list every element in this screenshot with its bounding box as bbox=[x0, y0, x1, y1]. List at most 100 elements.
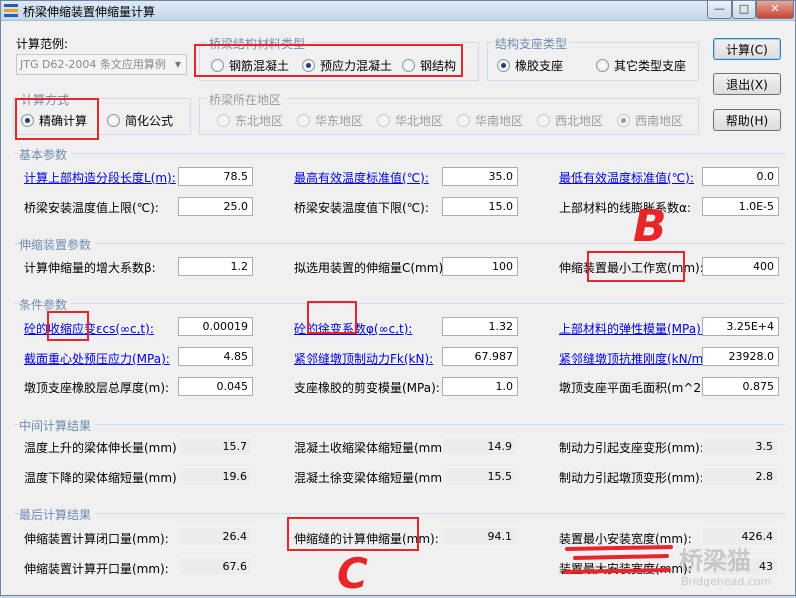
min-temp-label[interactable]: 最低有效温度标准值(℃): bbox=[559, 169, 694, 186]
creep-coef-input[interactable]: 1.32 bbox=[442, 317, 518, 336]
shear-modulus-label: 支座橡胶的剪变模量(MPa): bbox=[294, 381, 440, 395]
bearing-group-title: 结构支座类型 bbox=[492, 35, 571, 52]
annotation-letter-c: C bbox=[337, 549, 368, 598]
device-capacity-label: 拟选用装置的伸缩量C(mm): bbox=[294, 261, 448, 275]
close-button[interactable]: ✕ bbox=[756, 1, 794, 19]
basic-section-title: 基本参数 bbox=[19, 146, 72, 163]
divider bbox=[13, 424, 785, 425]
radio-dot-icon bbox=[457, 114, 470, 127]
min-temp-input[interactable]: 0.0 bbox=[702, 167, 779, 186]
temp-drop-shorten-label: 温度下降的梁体缩短量(mm): bbox=[24, 471, 181, 485]
min-work-width-input[interactable]: 400 bbox=[702, 257, 779, 276]
temp-drop-shorten-value: 19.6 bbox=[178, 467, 253, 486]
scope-combobox[interactable]: JTG D62-2004 条文应用算例 ▼ bbox=[16, 54, 187, 75]
annotation-box-total-movement bbox=[287, 517, 419, 551]
shrink-shorten-value: 14.9 bbox=[442, 437, 518, 456]
radio-dot-icon bbox=[107, 114, 120, 127]
title-bar[interactable]: 桥梁伸缩装置伸缩量计算 — □ ✕ bbox=[1, 1, 795, 21]
annotation-letter-b: B bbox=[633, 201, 667, 252]
pier-stiffness-label[interactable]: 紧邻缝墩顶抗推刚度(kN/m): bbox=[559, 350, 712, 367]
scope-label: 计算范例: bbox=[16, 37, 69, 51]
thermal-expansion-input[interactable]: 1.0E-5 bbox=[702, 197, 779, 216]
device-section-title: 伸缩装置参数 bbox=[19, 236, 96, 253]
calc-button[interactable]: 计算(C) bbox=[713, 38, 781, 60]
braking-pier-def-value: 2.8 bbox=[702, 467, 779, 486]
temp-rise-elong-value: 15.7 bbox=[178, 437, 253, 456]
radio-dot-icon bbox=[217, 114, 230, 127]
annotation-box-material bbox=[194, 44, 463, 77]
creep-shorten-value: 15.5 bbox=[442, 467, 518, 486]
region-group-title: 桥梁所在地区 bbox=[206, 91, 285, 108]
braking-pier-def-label: 制动力引起墩顶变形(mm): bbox=[559, 471, 704, 485]
braking-force-input[interactable]: 67.987 bbox=[442, 347, 518, 366]
install-temp-upper-input[interactable]: 25.0 bbox=[178, 197, 253, 216]
prestress-label[interactable]: 截面重心处预压应力(MPa): bbox=[24, 350, 170, 367]
amplify-factor-input[interactable]: 1.2 bbox=[178, 257, 253, 276]
braking-force-label[interactable]: 紧邻缝墩顶制动力Fk(kN): bbox=[294, 350, 433, 367]
shrink-shorten-label: 混凝土收缩梁体缩短量(mm): bbox=[294, 441, 451, 455]
radio-label: 橡胶支座 bbox=[515, 59, 564, 73]
radio-dot-icon bbox=[497, 59, 510, 72]
bearing-area-input[interactable]: 0.875 bbox=[702, 377, 779, 396]
total-movement-value: 94.1 bbox=[442, 527, 518, 546]
install-temp-lower-label: 桥梁安装温度值下限(℃): bbox=[294, 201, 429, 215]
radio-label: 其它类型支座 bbox=[614, 59, 687, 73]
radio-label: 简化公式 bbox=[125, 114, 174, 128]
radio-rubber-bearing[interactable]: 橡胶支座 bbox=[497, 57, 563, 74]
closing-amount-value: 26.4 bbox=[178, 527, 253, 546]
app-icon bbox=[4, 4, 18, 17]
braking-bearing-def-label: 制动力引起支座变形(mm): bbox=[559, 441, 704, 455]
watermark-cn: 桥梁猫 bbox=[679, 547, 751, 575]
rubber-thickness-input[interactable]: 0.045 bbox=[178, 377, 253, 396]
elastic-modulus-label[interactable]: 上部材料的弹性模量(MPa): bbox=[559, 320, 705, 337]
prestress-input[interactable]: 4.85 bbox=[178, 347, 253, 366]
closing-amount-label: 伸缩装置计算闭口量(mm): bbox=[24, 532, 169, 546]
device-capacity-input[interactable]: 100 bbox=[442, 257, 518, 276]
max-temp-input[interactable]: 35.0 bbox=[442, 167, 518, 186]
final-section-title: 最后计算结果 bbox=[19, 506, 96, 523]
radio-label: 西南地区 bbox=[635, 114, 684, 128]
radio-simplified[interactable]: 简化公式 bbox=[107, 112, 173, 129]
radio-label: 华东地区 bbox=[315, 114, 364, 128]
divider bbox=[13, 243, 785, 244]
segment-length-label[interactable]: 计算上部构造分段长度L(m): bbox=[24, 169, 176, 186]
elastic-modulus-input[interactable]: 3.25E+4 bbox=[702, 317, 779, 336]
radio-region-south[interactable]: 华南地区 bbox=[457, 112, 523, 129]
radio-region-northeast[interactable]: 东北地区 bbox=[217, 112, 283, 129]
segment-length-input[interactable]: 78.5 bbox=[178, 167, 253, 186]
maximize-button[interactable]: □ bbox=[732, 1, 756, 19]
chevron-down-icon[interactable]: ▼ bbox=[170, 55, 186, 74]
radio-dot-icon bbox=[596, 59, 609, 72]
annotation-box-work-width bbox=[587, 251, 685, 282]
radio-label: 西北地区 bbox=[555, 114, 604, 128]
rubber-thickness-label: 墩顶支座橡胶层总厚度(m): bbox=[24, 381, 170, 395]
divider bbox=[13, 513, 785, 514]
bearing-area-label: 墩顶支座平面毛面积(m^2): bbox=[559, 381, 710, 395]
radio-dot-icon bbox=[297, 114, 310, 127]
thermal-expansion-label: 上部材料的线膨胀系数α: bbox=[559, 201, 691, 215]
max-temp-label[interactable]: 最高有效温度标准值(℃): bbox=[294, 169, 429, 186]
install-temp-lower-input[interactable]: 15.0 bbox=[442, 197, 518, 216]
help-button[interactable]: 帮助(H) bbox=[713, 109, 781, 131]
annotation-box-method bbox=[15, 98, 99, 140]
shear-modulus-input[interactable]: 1.0 bbox=[442, 377, 518, 396]
install-temp-upper-label: 桥梁安装温度值上限(℃): bbox=[24, 201, 159, 215]
radio-dot-icon bbox=[377, 114, 390, 127]
scope-value: JTG D62-2004 条文应用算例 bbox=[20, 58, 166, 71]
radio-dot-icon bbox=[537, 114, 550, 127]
radio-region-east[interactable]: 华东地区 bbox=[297, 112, 363, 129]
radio-region-northwest[interactable]: 西北地区 bbox=[537, 112, 603, 129]
pier-stiffness-input[interactable]: 23928.0 bbox=[702, 347, 779, 366]
radio-region-southwest[interactable]: 西南地区 bbox=[617, 112, 683, 129]
radio-label: 华北地区 bbox=[395, 114, 444, 128]
exit-button[interactable]: 退出(X) bbox=[713, 73, 781, 95]
radio-region-north[interactable]: 华北地区 bbox=[377, 112, 443, 129]
shrinkage-strain-input[interactable]: 0.00019 bbox=[178, 317, 253, 336]
braking-bearing-def-value: 3.5 bbox=[702, 437, 779, 456]
radio-label: 东北地区 bbox=[235, 114, 284, 128]
app-window: 桥梁伸缩装置伸缩量计算 — □ ✕ 计算范例: JTG D62-2004 条文应… bbox=[0, 0, 796, 598]
minimize-button[interactable]: — bbox=[707, 1, 732, 19]
divider bbox=[13, 303, 785, 304]
radio-dot-icon bbox=[617, 114, 630, 127]
radio-other-bearing[interactable]: 其它类型支座 bbox=[596, 57, 686, 74]
